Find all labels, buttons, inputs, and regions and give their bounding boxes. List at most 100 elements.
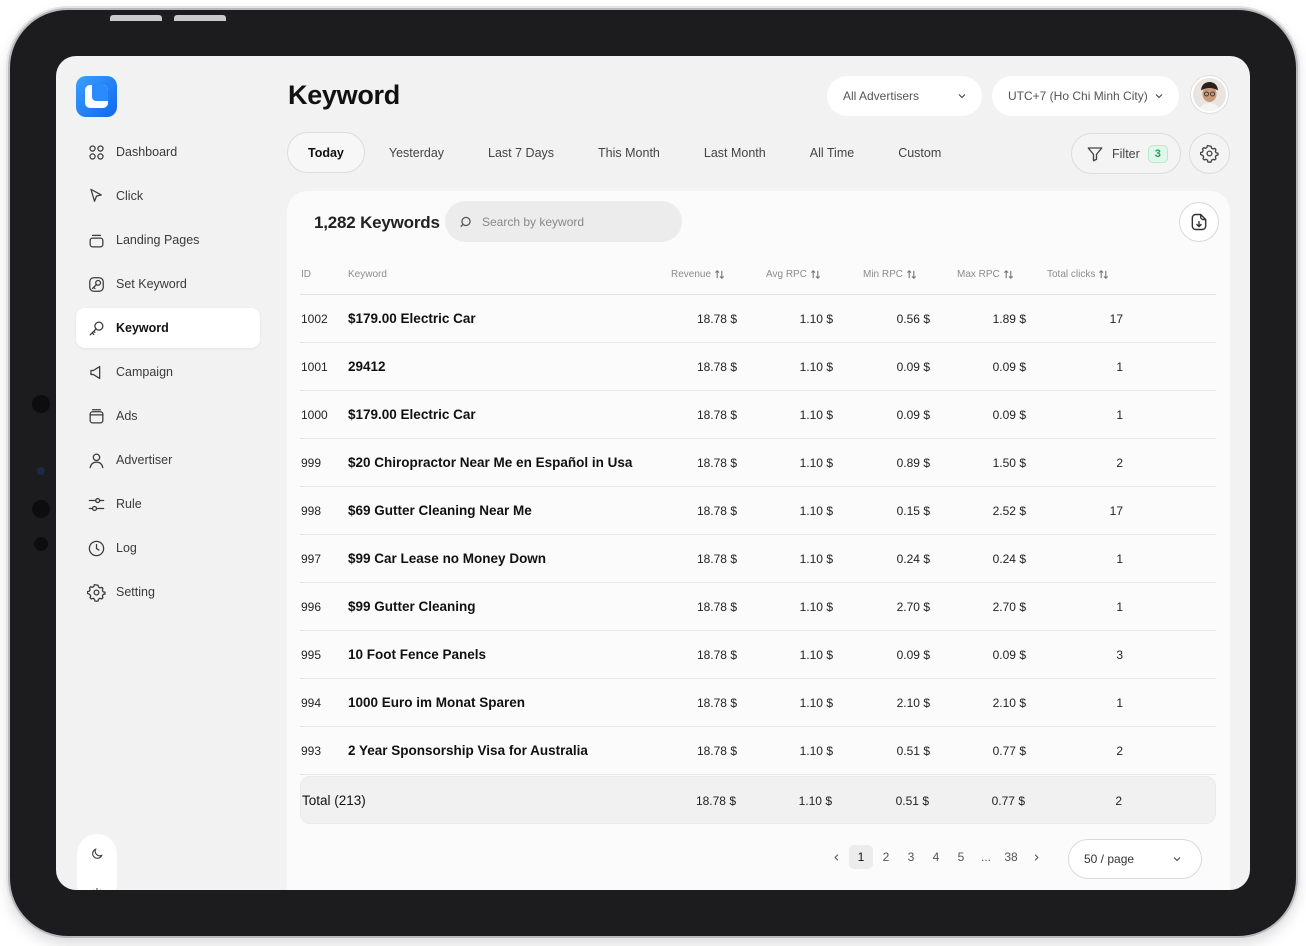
- table-row[interactable]: 1002 $179.00 Electric Car 18.78 $ 1.10 $ 0.5…: [300, 295, 1216, 343]
- app-logo-icon[interactable]: [76, 76, 117, 117]
- cell-revenue: 18.78 $: [696, 504, 737, 518]
- cell-revenue: 18.78 $: [696, 744, 737, 758]
- column-label: Keyword: [348, 269, 387, 280]
- column-header-min-rpc[interactable]: Min RPC: [863, 269, 917, 280]
- table-row[interactable]: 999 $20 Chiropractor Near Me en Español i…: [300, 439, 1216, 487]
- cell-total-clicks: 2: [1116, 744, 1123, 758]
- tab-last-month[interactable]: Last Month: [684, 132, 786, 173]
- sidebar-nav: Dashboard Click Landing Pages Set Keyword Ke…: [76, 132, 260, 616]
- advertiser-select[interactable]: All Advertisers: [827, 76, 982, 116]
- table-row[interactable]: 1001 29412 18.78 $ 1.10 $ 0.09 $ 0.09 $ 1: [300, 343, 1216, 391]
- table-row[interactable]: 995 10 Foot Fence Panels 18.78 $ 1.10 $ 0.09…: [300, 631, 1216, 679]
- moon-icon[interactable]: [77, 834, 117, 874]
- column-header-id[interactable]: ID: [301, 269, 311, 280]
- per-page-select[interactable]: 50 / page: [1068, 839, 1202, 879]
- per-page-value: 50 / page: [1084, 852, 1135, 866]
- tab-yesterday[interactable]: Yesterday: [369, 132, 464, 173]
- sidebar-item-campaign[interactable]: Campaign: [76, 352, 260, 392]
- page-button[interactable]: 3: [899, 845, 923, 869]
- cell-total-clicks: 1: [1116, 408, 1123, 422]
- table-row[interactable]: 993 2 Year Sponsorship Visa for Australia…: [300, 727, 1216, 775]
- cell-keyword: 10 Foot Fence Panels: [348, 647, 487, 662]
- sidebar-item-landing-pages[interactable]: Landing Pages: [76, 220, 260, 260]
- column-label: Revenue: [671, 269, 712, 280]
- export-button[interactable]: [1179, 202, 1219, 242]
- chevron-down-icon: [958, 94, 966, 99]
- column-header-revenue[interactable]: Revenue: [671, 269, 725, 280]
- chevron-down-icon: [1155, 94, 1163, 99]
- search-input[interactable]: [482, 214, 672, 229]
- timezone-select[interactable]: UTC+7 (Ho Chi Minh City): [992, 76, 1179, 116]
- column-header-total-clicks[interactable]: Total clicks: [1047, 269, 1109, 280]
- table-row[interactable]: 1000 $179.00 Electric Car 18.78 $ 1.10 $ 0.0…: [300, 391, 1216, 439]
- cell-total-clicks: 1: [1116, 696, 1123, 710]
- tab-today[interactable]: Today: [287, 132, 365, 173]
- chevron-left-icon[interactable]: [824, 845, 848, 869]
- filter-button[interactable]: Filter 3: [1071, 133, 1181, 174]
- cell-max-rpc: 1.89 $: [992, 312, 1026, 326]
- sidebar-item-click[interactable]: Click: [76, 176, 260, 216]
- key-icon: [89, 321, 104, 335]
- cell-keyword: 29412: [348, 359, 386, 374]
- column-header-keyword[interactable]: Keyword: [348, 269, 387, 280]
- cell-avg-rpc: 1.10 $: [799, 600, 833, 614]
- column-header-max-rpc[interactable]: Max RPC: [957, 269, 1014, 280]
- cell-revenue: 18.78 $: [695, 794, 736, 808]
- theme-toggle: [77, 834, 117, 890]
- cell-min-rpc: 0.09 $: [896, 408, 930, 422]
- page-button[interactable]: 5: [949, 845, 973, 869]
- cell-total-clicks: 2: [1116, 456, 1123, 470]
- user-avatar[interactable]: [1191, 76, 1228, 113]
- sidebar-item-label: Rule: [116, 497, 142, 511]
- table-row[interactable]: 994 1000 Euro im Monat Sparen 18.78 $ 1.10 …: [300, 679, 1216, 727]
- sidebar-item-label: Advertiser: [116, 453, 173, 467]
- table-total-row: Total (213) 18.78 $ 1.10 $ 0.51 $ 0.77 $ 2: [300, 776, 1216, 824]
- sidebar-item-set-keyword[interactable]: Set Keyword: [76, 264, 260, 304]
- sidebar-item-advertiser[interactable]: Advertiser: [76, 440, 260, 480]
- cell-max-rpc: 0.77 $: [991, 794, 1025, 808]
- table-row[interactable]: 998 $69 Gutter Cleaning Near Me 18.78 $ 1.1…: [300, 487, 1216, 535]
- tab-all-time[interactable]: All Time: [790, 132, 874, 173]
- sun-icon[interactable]: [77, 874, 117, 890]
- tab-this-month[interactable]: This Month: [578, 132, 680, 173]
- sidebar-item-keyword[interactable]: Keyword: [76, 308, 260, 348]
- settings-button[interactable]: [1189, 133, 1230, 174]
- cell-min-rpc: 0.51 $: [896, 744, 930, 758]
- advertiser-select-value: All Advertisers: [843, 89, 920, 103]
- sidebar-item-setting[interactable]: Setting: [76, 572, 260, 612]
- page-button[interactable]: 4: [924, 845, 948, 869]
- cell-revenue: 18.78 $: [696, 552, 737, 566]
- chevron-down-icon: [1173, 857, 1181, 862]
- volume-button: [110, 15, 162, 21]
- page-button[interactable]: 38: [999, 845, 1023, 869]
- chevron-right-icon[interactable]: [1024, 845, 1048, 869]
- column-header-avg-rpc[interactable]: Avg RPC: [766, 269, 821, 280]
- sidebar-item-ads[interactable]: Ads: [76, 396, 260, 436]
- timezone-select-value: UTC+7 (Ho Chi Minh City): [1008, 89, 1148, 103]
- search-box: [445, 201, 682, 242]
- page-title: Keyword: [288, 80, 400, 110]
- cell-avg-rpc: 1.10 $: [799, 552, 833, 566]
- tab-last-7-days[interactable]: Last 7 Days: [468, 132, 574, 173]
- sidebar-item-rule[interactable]: Rule: [76, 484, 260, 524]
- page-button[interactable]: 1: [849, 845, 873, 869]
- cell-max-rpc: 0.09 $: [992, 408, 1026, 422]
- sidebar-item-log[interactable]: Log: [76, 528, 260, 568]
- cell-min-rpc: 0.51 $: [895, 794, 929, 808]
- cell-min-rpc: 0.56 $: [896, 312, 930, 326]
- cell-total-clicks: 2: [1115, 794, 1122, 808]
- cell-total-clicks: 1: [1116, 600, 1123, 614]
- cell-keyword: $179.00 Electric Car: [348, 311, 476, 326]
- page-button[interactable]: 2: [874, 845, 898, 869]
- user-icon: [89, 453, 104, 468]
- cell-max-rpc: 2.10 $: [992, 696, 1026, 710]
- keyword-table-card: 1,282 Keywords ID Keyword Revenue Avg RP…: [287, 191, 1230, 890]
- table-row[interactable]: 996 $99 Gutter Cleaning 18.78 $ 1.10 $ 2.70 …: [300, 583, 1216, 631]
- date-range-tabs: Today Yesterday Last 7 Days This Month Last …: [287, 132, 965, 173]
- clock-icon: [88, 540, 105, 556]
- table-row[interactable]: 997 $99 Car Lease no Money Down 18.78 $ 1.1…: [300, 535, 1216, 583]
- sidebar-item-label: Setting: [116, 585, 155, 599]
- sidebar-item-dashboard[interactable]: Dashboard: [76, 132, 260, 172]
- cell-avg-rpc: 1.10 $: [799, 744, 833, 758]
- tab-custom[interactable]: Custom: [878, 132, 961, 173]
